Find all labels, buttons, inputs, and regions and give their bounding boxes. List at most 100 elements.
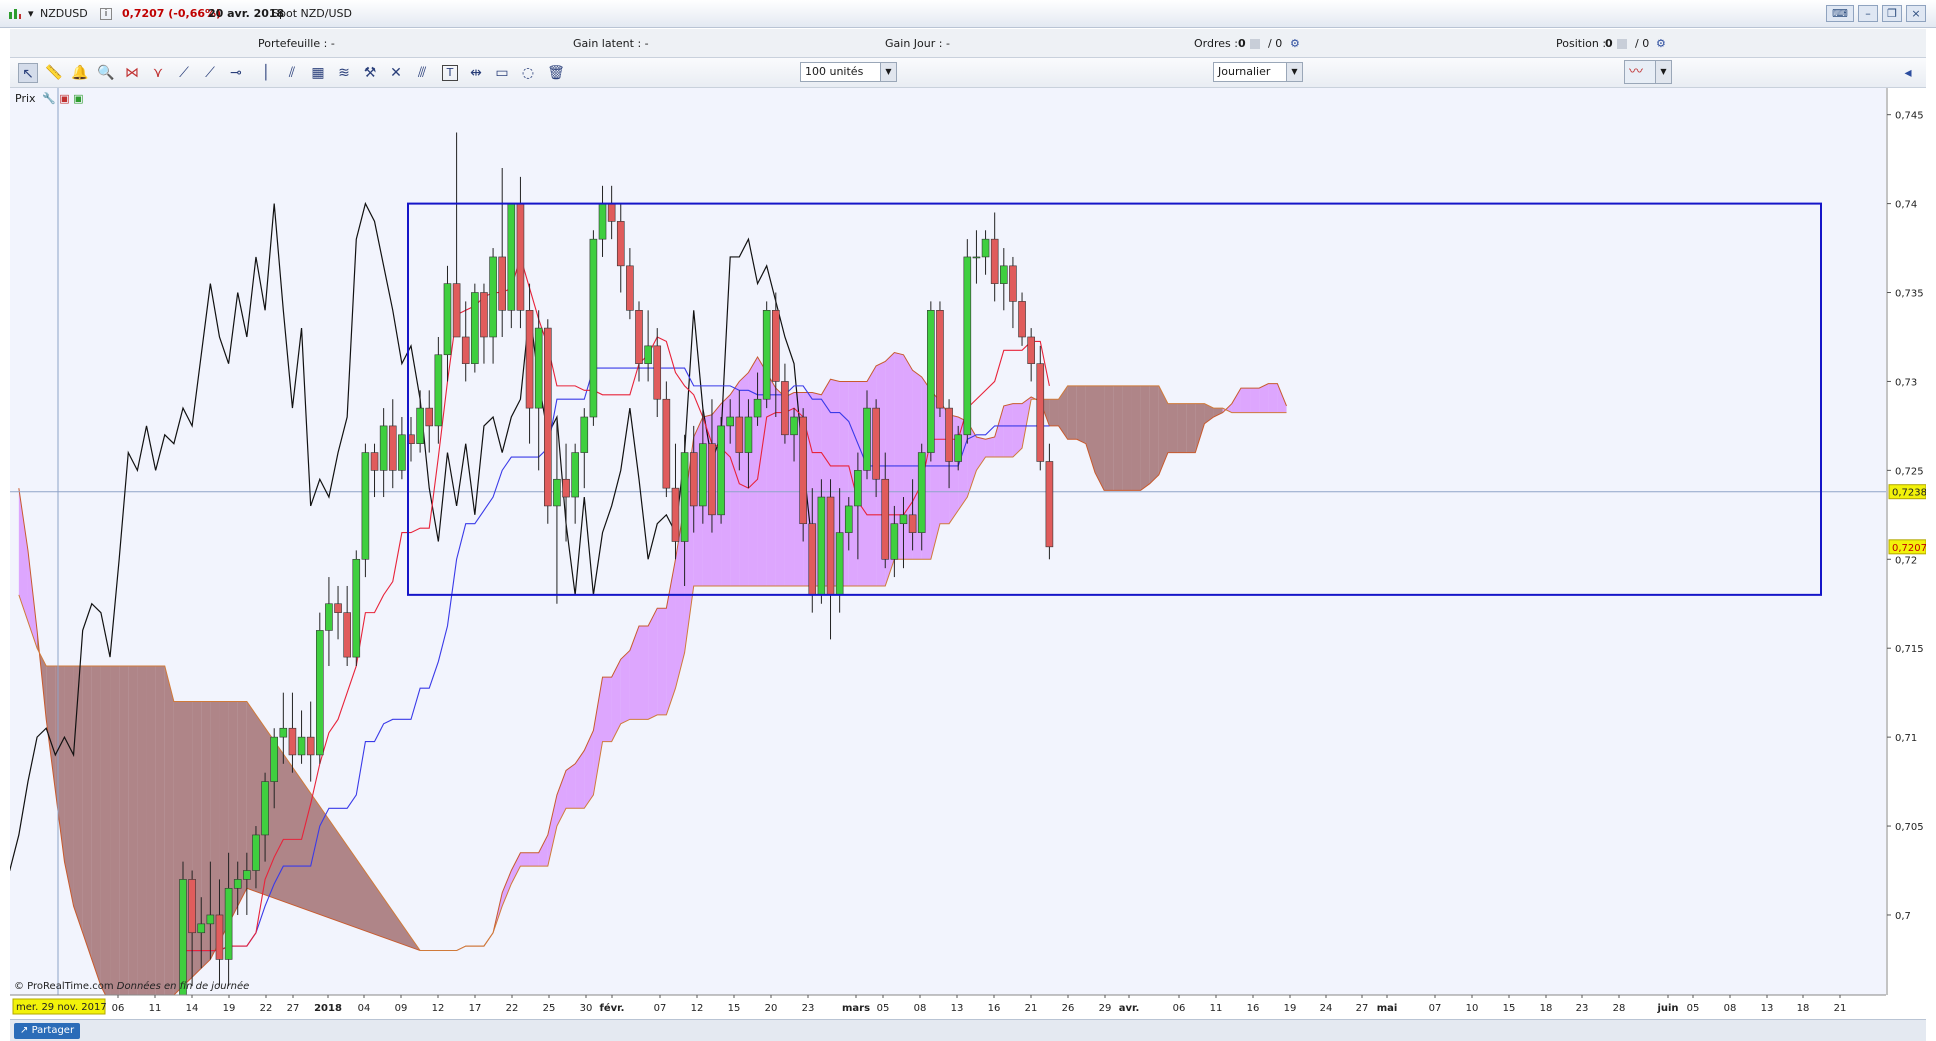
line-tool-icon[interactable]: ⟋ bbox=[174, 63, 194, 83]
kumo-segment bbox=[73, 665, 83, 933]
chevron-down-icon: ▼ bbox=[880, 63, 896, 81]
minimize-button[interactable]: – bbox=[1858, 5, 1878, 22]
x-tick-label: 29 bbox=[1099, 1003, 1112, 1014]
last-price-label: 0,7207 bbox=[1892, 543, 1926, 554]
kumo-segment bbox=[1113, 385, 1123, 491]
x-tick-label: juin bbox=[1656, 1003, 1678, 1014]
kumo-segment bbox=[155, 665, 165, 1013]
text-tool-icon[interactable]: T bbox=[442, 65, 458, 81]
candle-body bbox=[771, 310, 780, 382]
close-button[interactable]: × bbox=[1906, 5, 1926, 22]
wrench-icon[interactable]: 🔧 bbox=[42, 92, 56, 105]
y-tick-label: 0,72 bbox=[1895, 555, 1917, 566]
candle-body bbox=[306, 736, 315, 756]
trash-icon[interactable]: 🗑 bbox=[546, 63, 566, 83]
kumo-segment bbox=[164, 665, 174, 1004]
restore-button[interactable]: ❐ bbox=[1882, 5, 1902, 22]
price-chart[interactable]: 0,745 0,74 0,735 0,73 0,725 0,72 0,715 0,71 0,70… bbox=[10, 88, 1926, 1019]
parallel-lines-icon[interactable]: ⫻ bbox=[412, 63, 432, 83]
candle-body bbox=[790, 416, 798, 436]
rectangle-tool-icon[interactable]: ▭ bbox=[492, 63, 512, 83]
candle-body bbox=[370, 452, 379, 471]
candle-body bbox=[461, 336, 470, 364]
kumo-segment bbox=[128, 665, 138, 1019]
ordres-settings-icon[interactable]: ⚙ bbox=[1290, 37, 1300, 50]
remove-panel-icon[interactable]: ▣ bbox=[59, 92, 69, 105]
x-tick-label: avr. bbox=[1119, 1003, 1140, 1014]
share-button[interactable]: ↗ Partager bbox=[14, 1023, 81, 1039]
candle-body bbox=[899, 514, 908, 525]
info-icon[interactable]: i bbox=[100, 8, 112, 20]
candle-body bbox=[534, 327, 543, 409]
x-tick-label: 06 bbox=[1173, 1003, 1186, 1014]
candle-body bbox=[635, 310, 643, 364]
ellipse-tool-icon[interactable]: ◌ bbox=[518, 63, 538, 83]
candle-body bbox=[516, 203, 525, 311]
candle-body bbox=[1027, 336, 1035, 364]
x-tick-label: 05 bbox=[877, 1003, 890, 1014]
price-panel-label: Prix bbox=[15, 92, 36, 105]
ordres-value: 0 bbox=[1238, 37, 1246, 50]
candle-body bbox=[999, 265, 1008, 284]
pitchfork-tool-icon[interactable]: ⚒ bbox=[360, 63, 380, 83]
channel-tool-icon[interactable]: ⫽ bbox=[282, 63, 302, 83]
candle-body bbox=[726, 416, 735, 427]
chevron-down-icon: ▼ bbox=[1655, 61, 1671, 83]
kumo-segment bbox=[100, 665, 111, 1004]
kumo-segment bbox=[639, 625, 649, 720]
kumo-segment bbox=[1240, 388, 1251, 413]
chart-options-icon[interactable]: ◂ bbox=[1898, 63, 1918, 83]
alert-bell-icon[interactable]: 🔔 bbox=[70, 63, 90, 83]
portefeuille-label: Portefeuille : - bbox=[258, 37, 335, 50]
fibonacci-tool-icon[interactable]: ▦ bbox=[308, 63, 328, 83]
position-delete-icon[interactable] bbox=[1617, 39, 1627, 49]
candle-body bbox=[452, 283, 461, 338]
candle-body bbox=[543, 327, 552, 507]
cross-tool-icon[interactable]: ✕ bbox=[386, 63, 406, 83]
pattern-tool-icon[interactable]: ⋈ bbox=[122, 63, 142, 83]
fan-tool-icon[interactable]: ≋ bbox=[334, 63, 354, 83]
trend-pattern-icon[interactable]: ⋎ bbox=[148, 63, 168, 83]
x-tick-label: 27 bbox=[287, 1003, 300, 1014]
x-tick-label: 17 bbox=[469, 1003, 482, 1014]
y-tick-label: 0,725 bbox=[1895, 466, 1924, 477]
x-tick-label: 07 bbox=[654, 1003, 667, 1014]
y-tick-label: 0,71 bbox=[1895, 733, 1917, 744]
x-tick-label: 22 bbox=[506, 1003, 519, 1014]
candle-body bbox=[553, 478, 561, 507]
zoom-icon[interactable]: 🔍 bbox=[96, 63, 116, 83]
quote-change: 0,7207 (-0,66%) bbox=[122, 7, 222, 20]
symbol-name[interactable]: NZDUSD bbox=[40, 7, 88, 20]
candle-body bbox=[233, 879, 242, 889]
chart-canvas[interactable]: 0,7450,740,7350,730,7250,720,7150,710,70… bbox=[10, 88, 1926, 1019]
ordres-delete-icon[interactable] bbox=[1250, 39, 1260, 49]
candle-body bbox=[936, 310, 944, 409]
x-tick-label: 08 bbox=[914, 1003, 927, 1014]
x-tick-label: 04 bbox=[358, 1003, 371, 1014]
x-tick-label: 23 bbox=[1576, 1003, 1589, 1014]
candle-body bbox=[1009, 265, 1017, 302]
x-tick-label: 12 bbox=[432, 1003, 445, 1014]
x-tick-label: mars bbox=[842, 1003, 870, 1014]
horizontal-line-icon[interactable]: ⊸ bbox=[226, 63, 246, 83]
vertical-line-icon[interactable]: │ bbox=[256, 63, 276, 83]
kumo-segment bbox=[1250, 388, 1260, 413]
symbol-dropdown-arrow-icon[interactable]: ▾ bbox=[28, 7, 34, 20]
y-tick-label: 0,7 bbox=[1895, 911, 1911, 922]
position-settings-icon[interactable]: ⚙ bbox=[1656, 37, 1666, 50]
candle-body bbox=[498, 256, 507, 311]
candle-body bbox=[616, 221, 625, 267]
ray-tool-icon[interactable]: ⟋ bbox=[200, 63, 220, 83]
period-select[interactable]: Journalier ▼ bbox=[1213, 62, 1303, 82]
kumo-segment bbox=[766, 372, 776, 586]
pointer-tool-icon[interactable]: ↖ bbox=[18, 63, 38, 83]
units-select[interactable]: 100 unités ▼ bbox=[800, 62, 897, 82]
candle-body bbox=[571, 452, 579, 498]
ruler-tool-icon[interactable]: 📏 bbox=[44, 63, 64, 83]
maximize-panel-icon[interactable]: ▣ bbox=[73, 92, 83, 105]
kumo-segment bbox=[520, 852, 530, 867]
indicator-menu-button[interactable]: 〰 ▼ bbox=[1624, 60, 1672, 84]
gain-latent-label: Gain latent : - bbox=[573, 37, 649, 50]
measure-tool-icon[interactable]: ⇹ bbox=[466, 63, 486, 83]
keyboard-icon[interactable]: ⌨ bbox=[1826, 5, 1854, 22]
